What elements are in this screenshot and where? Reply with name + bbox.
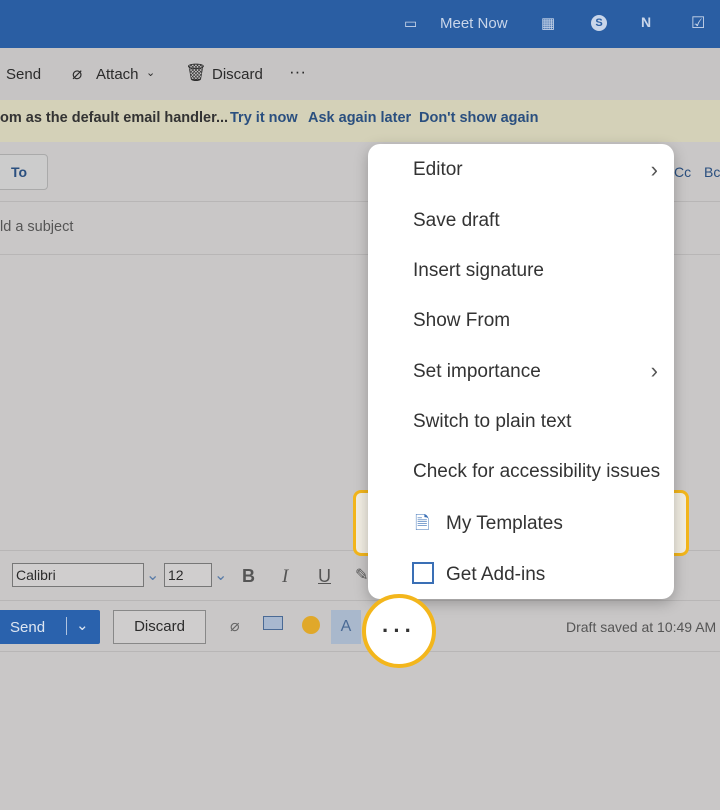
menu-item-insert-signature[interactable]: Insert signature (413, 260, 544, 282)
discard-button[interactable]: Discard (212, 66, 263, 83)
menu-item-show-from[interactable]: Show From (413, 310, 510, 332)
try-it-now-link[interactable]: Try it now (230, 110, 298, 126)
menu-item-save-draft[interactable]: Save draft (413, 210, 500, 232)
trash-icon: 🗑 (185, 63, 207, 82)
attach-button[interactable]: Attach (96, 66, 139, 83)
calendar-check-icon[interactable]: ☑ (691, 13, 705, 33)
cc-button[interactable]: Cc (674, 164, 691, 180)
banner-text: om as the default email handler... (0, 110, 229, 126)
chevron-down-icon[interactable]: ⌄ (146, 66, 155, 79)
chevron-right-icon: › (650, 157, 658, 182)
draft-status: Draft saved at 10:49 AM (566, 619, 717, 635)
more-button[interactable]: ··· (289, 62, 306, 82)
attach-icon[interactable]: ⌀ (230, 616, 240, 636)
editor-icon[interactable]: A (331, 610, 361, 644)
meet-now-button[interactable]: Meet Now (440, 15, 508, 32)
top-bar: ▭ Meet Now ▦ S N ☑ (0, 0, 720, 48)
video-icon: ▭ (404, 15, 418, 31)
chevron-right-icon: › (650, 358, 658, 383)
emoji-icon[interactable] (302, 616, 320, 634)
to-button[interactable]: To (0, 154, 48, 190)
more-options-button[interactable]: ··· (362, 594, 436, 668)
skype-icon[interactable]: S (591, 15, 607, 31)
ask-later-link[interactable]: Ask again later (308, 110, 411, 126)
bold-button[interactable]: B (242, 566, 255, 587)
menu-item-plain-text[interactable]: Switch to plain text (413, 411, 571, 433)
paperclip-icon: ⌀ (72, 64, 83, 83)
chevron-down-icon[interactable]: ⌄ (76, 616, 89, 634)
qr-icon[interactable]: ▦ (541, 14, 555, 32)
chevron-down-icon[interactable]: ⌄ (214, 565, 227, 585)
italic-button[interactable]: I (282, 566, 288, 588)
font-size-select[interactable]: 12 (164, 563, 212, 587)
menu-item-set-importance[interactable]: Set importance (413, 361, 541, 383)
default-handler-banner: om as the default email handler... Try i… (0, 100, 720, 142)
send-split-button[interactable]: Send ⌄ (0, 610, 100, 644)
image-icon[interactable] (263, 616, 283, 630)
bcc-button[interactable]: Bc (704, 164, 720, 180)
discard-button[interactable]: Discard (113, 610, 206, 644)
send-button[interactable]: Send (6, 66, 41, 83)
onenote-icon[interactable]: N (641, 14, 651, 30)
compose-footer: Send ⌄ Discard ⌀ A Draft saved at 10:49 … (0, 600, 720, 652)
subject-input[interactable]: ld a subject (0, 219, 73, 235)
menu-item-editor[interactable]: Editor (413, 159, 463, 181)
template-icon: 🗎 (415, 513, 430, 533)
send-label[interactable]: Send (10, 619, 45, 636)
font-select[interactable]: Calibri (12, 563, 144, 587)
underline-button[interactable]: U (318, 566, 331, 587)
add-ins-icon (412, 562, 434, 584)
menu-item-accessibility[interactable]: Check for accessibility issues (413, 461, 660, 483)
menu-item-my-templates[interactable]: My Templates (446, 513, 563, 535)
dont-show-link[interactable]: Don't show again (419, 110, 538, 126)
menu-item-get-add-ins[interactable]: Get Add-ins (446, 564, 545, 586)
command-bar: Send ⌀ Attach ⌄ 🗑 Discard ··· (0, 48, 720, 100)
chevron-down-icon[interactable]: ⌄ (146, 565, 159, 585)
highlight-icon[interactable]: ✎ (355, 565, 368, 585)
